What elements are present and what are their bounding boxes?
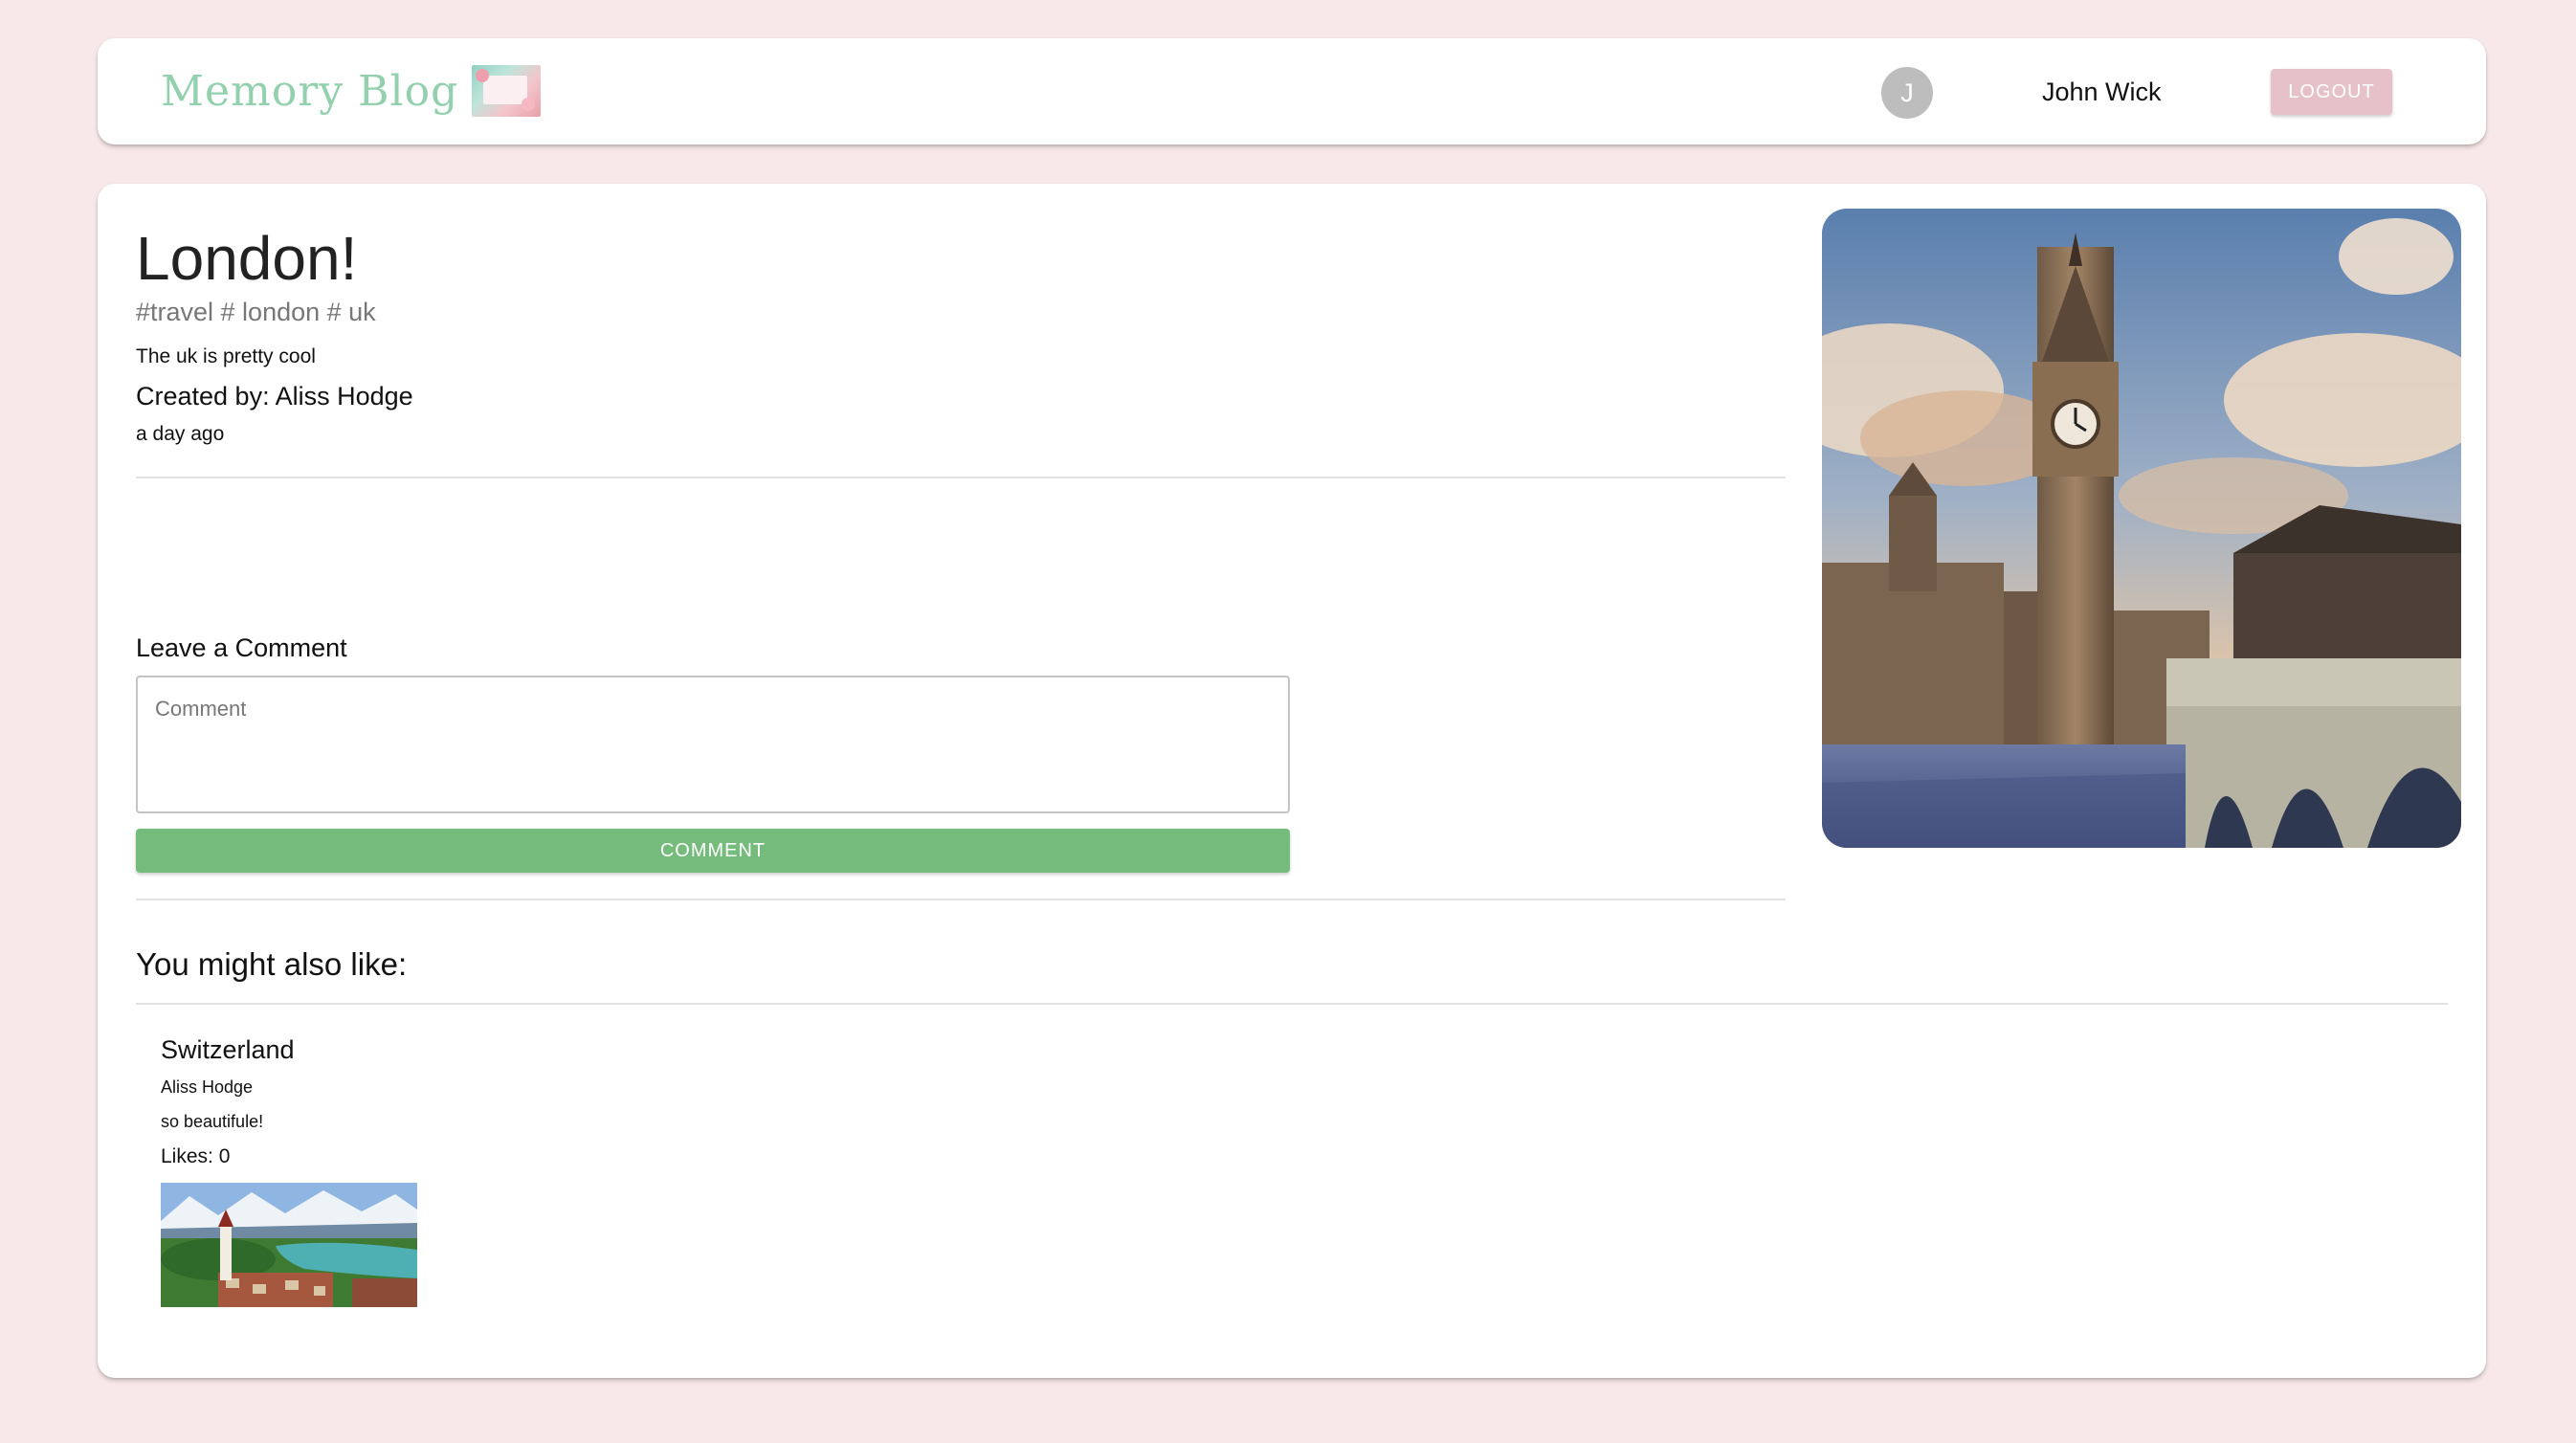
brand-title[interactable]: Memory Blog (161, 67, 458, 116)
post-author: Created by: Aliss Hodge (136, 382, 413, 411)
post-details-card: London! #travel # london # uk The uk is … (98, 184, 2486, 1378)
comment-input[interactable] (136, 676, 1290, 813)
recommended-post-likes: Likes: 0 (161, 1145, 231, 1167)
switzerland-landscape-photo[interactable] (161, 1183, 417, 1307)
post-tags: #travel # london # uk (136, 298, 376, 326)
divider (136, 477, 1786, 478)
recommended-post-message: so beautifule! (161, 1112, 264, 1131)
divider (136, 1003, 2448, 1005)
brand[interactable]: Memory Blog (161, 57, 542, 124)
memories-logo-icon[interactable] (472, 65, 542, 117)
app-bar: Memory Blog J John Wick LOGOUT (98, 38, 2486, 144)
recommendations-heading: You might also like: (136, 946, 408, 982)
post-title: London! (136, 224, 358, 293)
recommended-post-card[interactable]: Switzerland Aliss Hodge so beautifule! L… (161, 1032, 467, 1307)
post-timestamp: a day ago (136, 423, 225, 445)
recommended-post-title[interactable]: Switzerland (161, 1032, 467, 1068)
comment-button[interactable]: COMMENT (136, 829, 1290, 873)
big-ben-photo (1822, 209, 2461, 848)
post-message: The uk is pretty cool (136, 345, 316, 367)
divider (136, 899, 1786, 900)
recommended-post-author: Aliss Hodge (161, 1077, 254, 1097)
comment-heading: Leave a Comment (136, 633, 347, 662)
avatar: J (1881, 67, 1933, 119)
user-name: John Wick (2042, 78, 2162, 106)
logout-button[interactable]: LOGOUT (2271, 69, 2392, 115)
